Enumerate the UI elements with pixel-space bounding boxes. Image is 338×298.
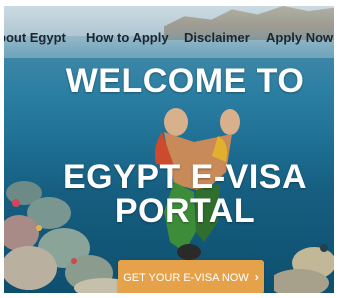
hero-banner: bout Egypt How to Apply Disclaimer Apply… <box>4 6 334 293</box>
get-evisa-button-label: GET YOUR E-VISA NOW <box>123 272 249 284</box>
nav-item-about-egypt[interactable]: bout Egypt <box>4 28 66 48</box>
hero-title-line-3: PORTAL <box>114 192 256 230</box>
nav-item-disclaimer[interactable]: Disclaimer <box>184 28 250 48</box>
chevron-right-icon: › <box>254 270 259 284</box>
top-navigation: bout Egypt How to Apply Disclaimer Apply… <box>4 6 334 58</box>
get-evisa-button[interactable]: GET YOUR E-VISA NOW › <box>118 260 264 293</box>
nav-item-how-to-apply[interactable]: How to Apply <box>86 28 169 48</box>
coral-right-illustration <box>274 244 334 293</box>
nav-item-apply-now[interactable]: Apply Now <box>266 28 333 48</box>
page: bout Egypt How to Apply Disclaimer Apply… <box>0 0 338 298</box>
hero-title-line-1: WELCOME TO <box>65 62 305 100</box>
